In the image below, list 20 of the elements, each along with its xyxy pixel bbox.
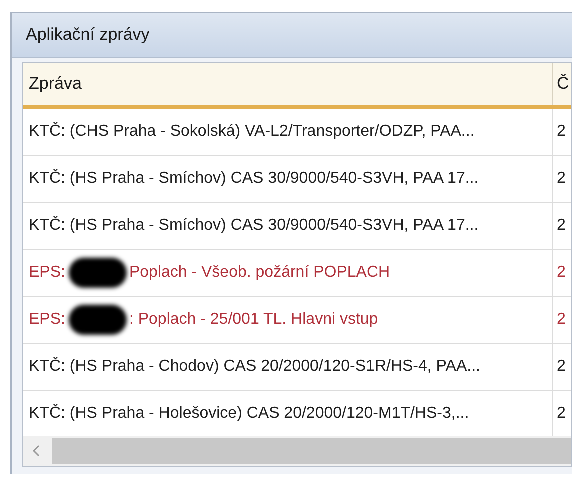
table-cell-text: 2 <box>556 263 567 283</box>
message-text: : Poplach - 25/001 TL. Hlavni vstup <box>129 310 378 330</box>
scrollbar-thumb[interactable] <box>52 438 571 464</box>
message-prefix: EPS: <box>29 310 66 330</box>
column-header[interactable]: Č <box>553 63 571 105</box>
table-cell: KTČ: (HS Praha - Chodov) CAS 20/2000/120-S1R/HS-4, PAA... <box>23 344 553 390</box>
scroll-left-icon[interactable] <box>32 444 42 458</box>
column-header[interactable]: Zpráva <box>23 63 553 105</box>
message-text: Poplach - Všeob. požární POPLACH <box>129 263 390 283</box>
table-cell-text: 2 <box>556 169 567 189</box>
table-cell-text: 2 <box>556 357 567 377</box>
table-cell: KTČ: (CHS Praha - Sokolská) VA-L2/Transporter/ODZP, PAA... <box>23 109 553 155</box>
table-cell-text: 2 <box>556 216 567 236</box>
table-cell: KTČ: (HS Praha - Smíchov) CAS 30/9000/540-S3VH, PAA 17... <box>23 156 553 202</box>
message-prefix: EPS: <box>29 263 66 283</box>
table-cell: KTČ: (HS Praha - Smíchov) CAS 30/9000/540-S3VH, PAA 17... <box>23 203 553 249</box>
table-cell-text: 2 <box>556 122 567 142</box>
panel-title: Aplikační zprávy <box>26 24 150 46</box>
table-cell-text: 2 <box>556 404 567 424</box>
table-cell-text: 2 <box>556 310 567 330</box>
